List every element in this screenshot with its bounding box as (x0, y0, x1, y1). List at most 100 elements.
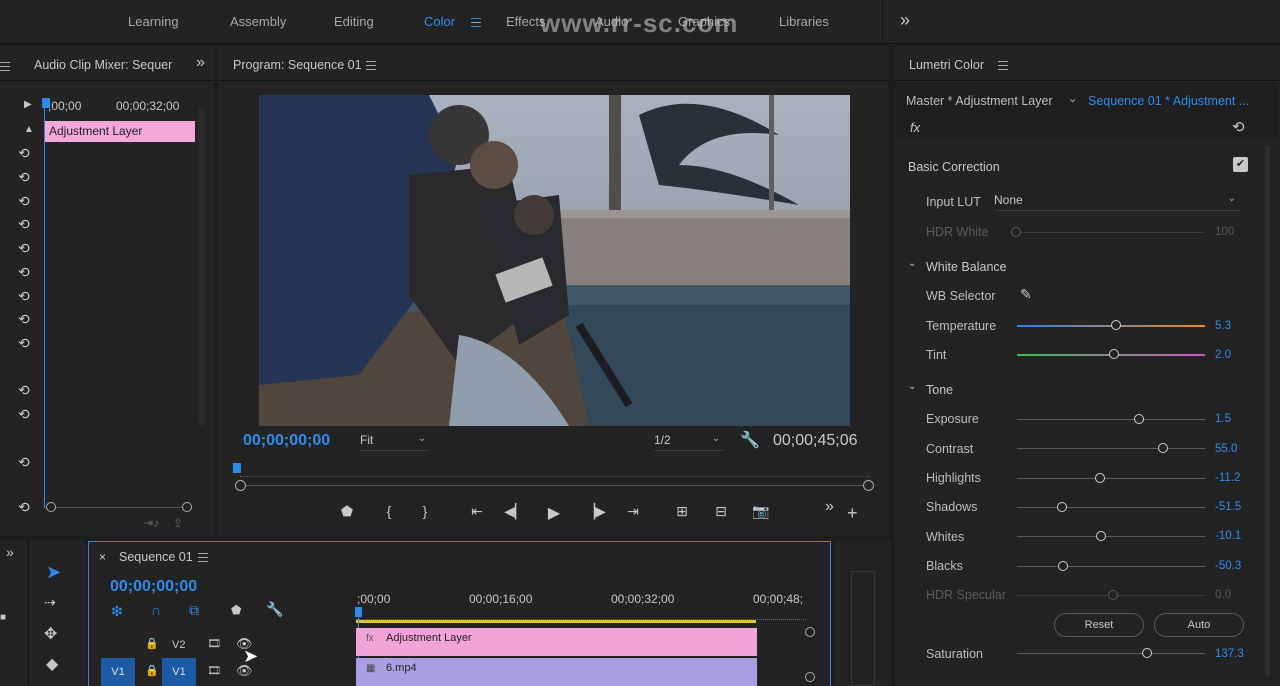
saturation-knob[interactable] (1142, 648, 1152, 658)
workspace-color[interactable]: Color (424, 14, 455, 29)
go-to-in-icon[interactable]: ⇤ (466, 503, 488, 520)
razor-tool-icon[interactable]: ◆ (46, 654, 58, 674)
sequence-clip-label[interactable]: Sequence 01 * Adjustment ... (1088, 94, 1249, 108)
undo-icon[interactable]: ⟲ (18, 288, 30, 305)
lumetri-scrollbar[interactable] (1265, 146, 1270, 676)
whites-track[interactable] (1017, 536, 1205, 537)
vertical-scroll-handle[interactable] (805, 672, 815, 682)
lock-track-v1-icon[interactable]: 🔒 (145, 664, 159, 677)
program-time-ruler[interactable] (240, 474, 870, 477)
scroll-handle-right[interactable] (863, 480, 874, 491)
program-menu-icon[interactable] (366, 61, 376, 70)
master-clip-label[interactable]: Master * Adjustment Layer (906, 94, 1053, 108)
tint-knob[interactable] (1109, 349, 1119, 359)
contrast-value[interactable]: 55.0 (1215, 443, 1237, 455)
lumetri-menu-icon[interactable] (998, 61, 1008, 70)
add-marker-icon[interactable]: ⬟ (231, 603, 241, 617)
exposure-value[interactable]: 1.5 (1215, 413, 1231, 425)
timeline-ruler[interactable] (356, 610, 806, 620)
input-lut-dropdown[interactable]: None ⌄ (994, 193, 1240, 211)
workspace-editing[interactable]: Editing (334, 14, 374, 29)
panel-menu-icon[interactable] (0, 62, 10, 71)
shadows-track[interactable] (1017, 507, 1205, 508)
whites-value[interactable]: -10.1 (1215, 530, 1241, 542)
basic-correction-header[interactable]: Basic Correction (908, 160, 1000, 174)
undo-icon[interactable]: ⟲ (18, 406, 30, 423)
expand-panels-icon[interactable]: » (6, 544, 14, 560)
video-timeline-clip[interactable]: ▦ 6.mp4 (356, 658, 757, 686)
zoom-dropdown[interactable]: Fit ⌄ (360, 433, 430, 451)
undo-icon[interactable]: ⟲ (18, 335, 30, 352)
mark-out-icon[interactable]: } (414, 503, 436, 519)
blacks-knob[interactable] (1058, 561, 1068, 571)
workspace-assembly[interactable]: Assembly (230, 14, 286, 29)
button-editor-plus-icon[interactable]: + (847, 503, 858, 524)
temperature-knob[interactable] (1111, 320, 1121, 330)
program-current-timecode[interactable]: 00;00;00;00 (243, 432, 330, 450)
white-balance-header[interactable]: White Balance (926, 260, 1007, 274)
tint-value[interactable]: 2.0 (1215, 349, 1231, 361)
adjustment-layer-timeline-clip[interactable]: fx Adjustment Layer (356, 628, 757, 656)
contrast-track[interactable] (1017, 448, 1205, 449)
undo-icon[interactable]: ⟲ (18, 454, 30, 471)
track-v2-label[interactable]: V2 (172, 639, 185, 651)
color-workspace-menu-icon[interactable] (471, 18, 481, 27)
lumetri-title[interactable]: Lumetri Color (909, 58, 984, 72)
reset-button[interactable]: Reset (1054, 613, 1144, 637)
undo-icon[interactable]: ⟲ (18, 169, 30, 186)
fx-icon[interactable]: fx (910, 120, 920, 135)
export-frame-camera-icon[interactable]: 📷 (750, 503, 772, 520)
eyedropper-icon[interactable]: ✎ (1020, 286, 1032, 303)
go-to-out-icon[interactable]: ⇥ (622, 503, 644, 520)
collapse-icon[interactable]: ▲ (24, 124, 34, 135)
sync-lock-v1-icon[interactable]: 🎞 (207, 664, 221, 677)
step-forward-icon[interactable]: ▕▶ (584, 503, 606, 520)
play-icon[interactable]: ▶ (543, 503, 565, 523)
snap-nest-icon[interactable]: ❇ (111, 603, 123, 620)
snap-magnet-icon[interactable]: ∩ (151, 602, 161, 618)
more-controls-icon[interactable]: » (825, 498, 834, 516)
chevron-down-icon[interactable]: ⌄ (908, 381, 916, 392)
shadows-knob[interactable] (1057, 502, 1067, 512)
vertical-scroll-handle[interactable] (805, 627, 815, 637)
sync-lock-v2-icon[interactable]: 🎞 (207, 637, 221, 650)
lift-icon[interactable]: ⊞ (671, 503, 693, 520)
extract-icon[interactable]: ⊟ (710, 503, 732, 520)
add-marker-icon[interactable]: ⬟ (336, 503, 358, 520)
more-workspaces-icon[interactable]: » (900, 10, 910, 31)
undo-icon[interactable]: ⟲ (18, 264, 30, 281)
zoom-scroll[interactable] (56, 507, 182, 508)
tone-header[interactable]: Tone (926, 383, 953, 397)
temperature-value[interactable]: 5.3 (1215, 320, 1231, 332)
undo-icon[interactable]: ⟲ (18, 311, 30, 328)
export-icon[interactable]: ⇪ (173, 516, 183, 530)
workspace-libraries[interactable]: Libraries (779, 14, 829, 29)
exposure-track[interactable] (1017, 419, 1205, 420)
reset-effect-icon[interactable]: ⟲ (1232, 118, 1245, 136)
lock-icon[interactable]: ■ (0, 612, 6, 623)
track-v1-label[interactable]: V1 (162, 658, 196, 686)
scroll-handle-left[interactable] (235, 480, 246, 491)
blacks-track[interactable] (1017, 566, 1205, 567)
program-monitor-title[interactable]: Program: Sequence 01 (233, 58, 362, 72)
undo-icon[interactable]: ⟲ (18, 216, 30, 233)
work-area-bar[interactable] (356, 620, 756, 623)
program-zoom-bar[interactable] (246, 485, 863, 486)
basic-correction-checkbox[interactable]: ✔ (1233, 157, 1248, 172)
saturation-value[interactable]: 137.3 (1215, 648, 1244, 660)
timeline-playhead[interactable] (355, 607, 362, 617)
timeline-menu-icon[interactable] (198, 553, 208, 562)
highlights-track[interactable] (1017, 478, 1205, 479)
undo-icon[interactable]: ⟲ (18, 382, 30, 399)
ripple-edit-tool-icon[interactable]: ✥ (44, 624, 57, 644)
undo-icon[interactable]: ⟲ (18, 240, 30, 257)
saturation-track[interactable] (1017, 653, 1205, 654)
undo-icon[interactable]: ⟲ (18, 499, 30, 516)
scrollbar[interactable] (198, 106, 205, 426)
audio-mixer-title[interactable]: Audio Clip Mixer: Sequer (34, 58, 172, 72)
zoom-handle-left[interactable] (46, 502, 56, 512)
timeline-timecode[interactable]: 00;00;00;00 (110, 578, 197, 596)
program-playhead[interactable] (233, 463, 241, 473)
blacks-value[interactable]: -50.3 (1215, 560, 1241, 572)
mark-in-icon[interactable]: { (378, 503, 400, 519)
